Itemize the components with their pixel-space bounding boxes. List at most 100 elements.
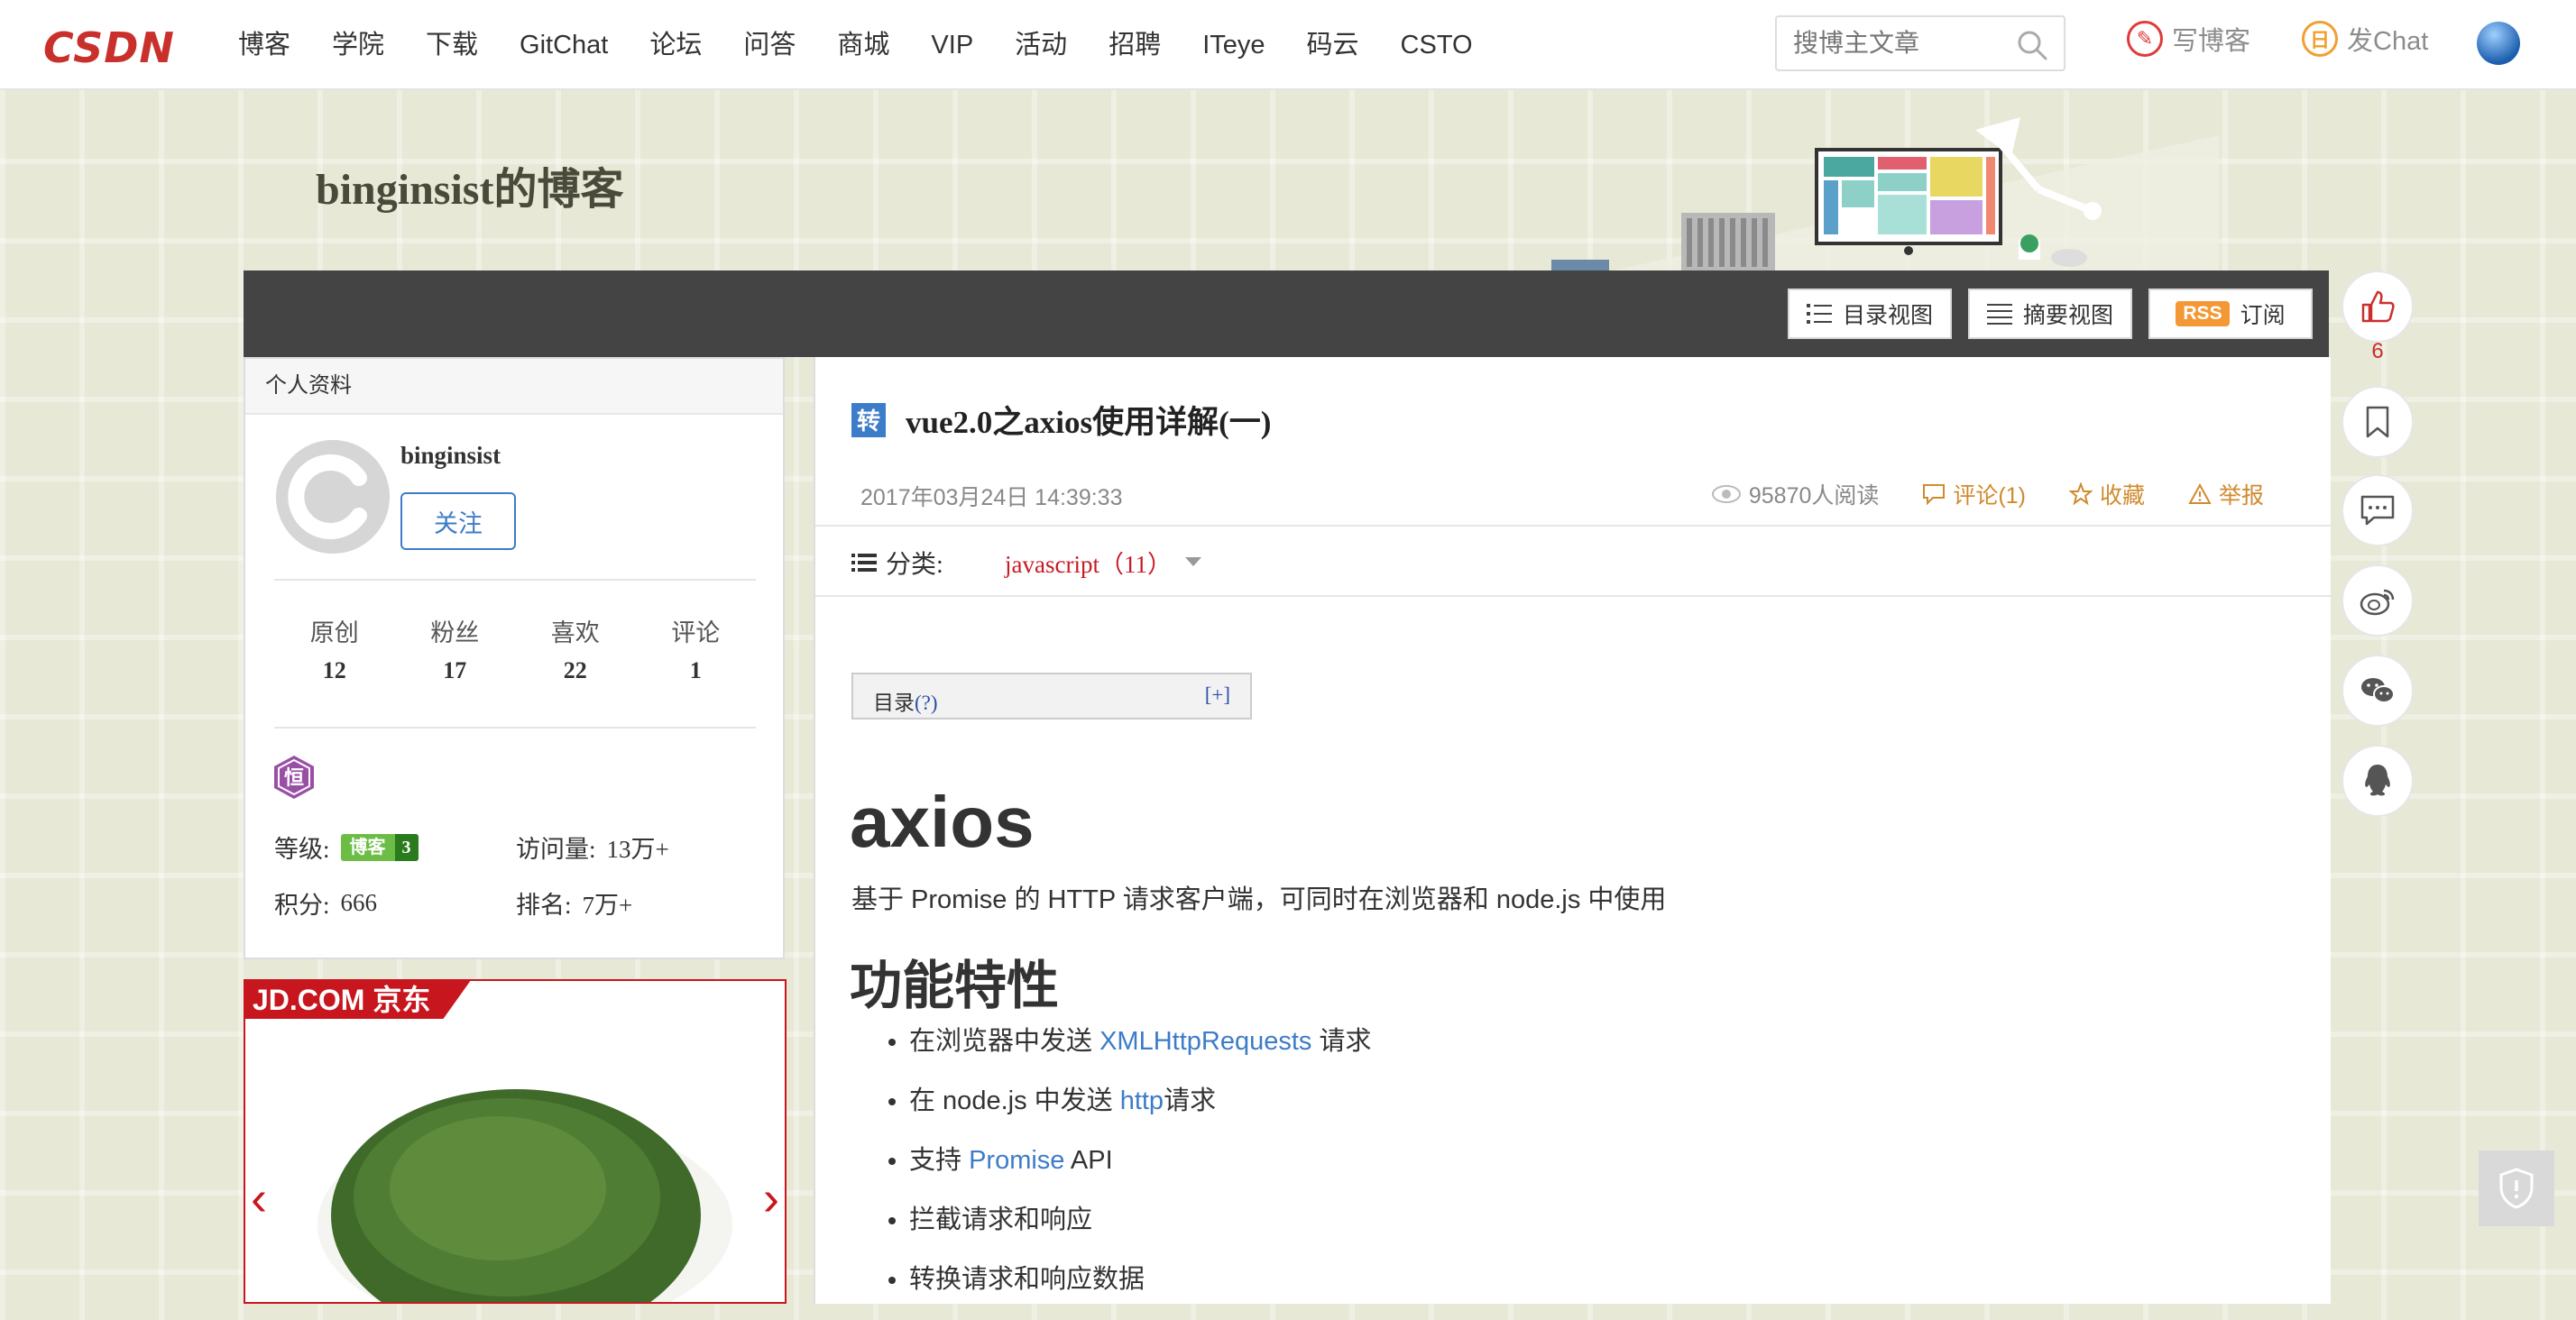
eye-icon <box>1711 485 1741 503</box>
qq-penguin-icon <box>2365 765 2390 796</box>
summary-view-button[interactable]: 摘要视图 <box>1968 289 2132 339</box>
user-avatar[interactable] <box>2477 22 2520 65</box>
article-date: 2017年03月24日 14:39:33 <box>860 485 1123 510</box>
ad-next-arrow-icon[interactable]: › <box>763 1170 779 1226</box>
read-count-label: 95870人阅读 <box>1748 483 1880 509</box>
author-name[interactable]: binginsist <box>400 442 501 470</box>
comment-icon <box>1923 484 1946 505</box>
like-count: 6 <box>2371 339 2384 363</box>
search-icon[interactable] <box>2015 28 2049 67</box>
points-value: 666 <box>340 889 378 916</box>
jd-ad[interactable]: JD.COM 京东 ‹ › <box>244 979 787 1304</box>
level-label: 等级: <box>274 836 330 863</box>
write-blog-label: 写博客 <box>2172 27 2251 56</box>
like-button[interactable] <box>2341 270 2414 343</box>
warning-icon <box>2188 483 2212 504</box>
bookmark-button[interactable] <box>2341 386 2414 458</box>
nav-link-download[interactable]: 下载 <box>426 27 478 63</box>
tea-leaves-image <box>317 1089 732 1302</box>
rss-icon: RSS <box>2176 301 2230 326</box>
thumbs-up-icon <box>2361 290 2395 323</box>
nav-link-events[interactable]: 活动 <box>1015 27 1067 63</box>
points-label: 积分: <box>274 892 330 919</box>
comment-link[interactable]: 评论(1) <box>1922 478 2026 510</box>
report-link[interactable]: 举报 <box>2188 478 2264 510</box>
feature-list: 在浏览器中发送 XMLHttpRequests 请求 在 node.js 中发送… <box>871 1022 1371 1320</box>
rank-row: 排名: 7万+ <box>516 885 632 921</box>
nav-link-csto[interactable]: CSTO <box>1401 27 1473 63</box>
feature-text: API <box>1064 1146 1113 1175</box>
nav-link-vip[interactable]: VIP <box>931 27 973 63</box>
category-link[interactable]: javascript（11） <box>1005 545 1172 580</box>
nav-links: 博客 学院 下载 GitChat 论坛 问答 商城 VIP 活动 招聘 ITey… <box>238 27 1514 63</box>
profile-card: 个人资料 binginsist 关注 原创 12 粉丝 17 喜欢 22 评论 1 恒 … <box>244 357 785 959</box>
stat-label: 喜欢 <box>550 619 600 646</box>
divider <box>274 579 756 581</box>
nav-link-blog[interactable]: 博客 <box>238 27 290 63</box>
write-blog-link[interactable]: ✎ 写博客 <box>2127 20 2250 58</box>
post-chat-link[interactable]: 日 发Chat <box>2302 20 2428 58</box>
profile-heading: 个人资料 <box>245 359 783 415</box>
search-input[interactable] <box>1777 17 2035 69</box>
toc-title: 目录(?) <box>873 685 938 716</box>
stat-label: 原创 <box>309 619 359 646</box>
nav-link-iteye[interactable]: ITeye <box>1202 27 1265 63</box>
bookmark-icon <box>2366 406 2389 438</box>
share-qq-button[interactable] <box>2341 745 2414 817</box>
feature-text: 在 node.js 中发送 <box>909 1086 1120 1115</box>
subscribe-button[interactable]: RSS 订阅 <box>2148 289 2313 339</box>
category-label-text: 分类: <box>886 551 943 579</box>
persistence-medal-icon[interactable]: 恒 <box>274 756 314 799</box>
read-count: 95870人阅读 <box>1711 478 1880 510</box>
list-item: 拦截请求和响应 <box>909 1201 1371 1260</box>
feature-text: 拦截请求和响应 <box>909 1205 1093 1234</box>
blog-title[interactable]: binginsist的博客 <box>316 153 623 216</box>
wechat-icon <box>2361 678 2395 703</box>
nav-link-gitee[interactable]: 码云 <box>1307 27 1359 63</box>
post-chat-label: 发Chat <box>2347 27 2429 56</box>
intro-paragraph: 基于 Promise 的 HTTP 请求客户端，可同时在浏览器和 node.js… <box>851 885 1667 914</box>
heading-axios: axios <box>850 782 1035 862</box>
shield-icon <box>2499 1168 2534 1209</box>
category-list-icon <box>851 554 877 572</box>
feature-link-promise[interactable]: Promise <box>969 1146 1064 1175</box>
nav-link-gitchat[interactable]: GitChat <box>520 27 608 63</box>
banner-illustration-icon <box>1551 117 2219 272</box>
top-nav: CSDN 博客 学院 下载 GitChat 论坛 问答 商城 VIP 活动 招聘… <box>0 0 2576 90</box>
article-title: vue2.0之axios使用详解(一) <box>906 405 1272 440</box>
blog-toolbar: 目录视图 摘要视图 RSS 订阅 <box>244 270 2329 357</box>
stat-comments: 评论 1 <box>671 613 720 684</box>
caret-down-icon[interactable] <box>1185 557 1201 566</box>
favorite-link[interactable]: 收藏 <box>2068 478 2145 510</box>
feature-link-xhr[interactable]: XMLHttpRequests <box>1099 1027 1311 1056</box>
feature-text: 转换请求和响应数据 <box>909 1265 1145 1294</box>
follow-button[interactable]: 关注 <box>400 492 516 550</box>
ad-prev-arrow-icon[interactable]: ‹ <box>251 1170 267 1226</box>
toc-expand-button[interactable]: [+] <box>1205 683 1230 707</box>
nav-link-jobs[interactable]: 招聘 <box>1109 27 1161 63</box>
level-badge[interactable]: 博客 3 <box>340 833 419 861</box>
weibo-icon <box>2360 589 2395 616</box>
toc-box: 目录(?) [+] <box>851 673 1252 720</box>
nav-link-mall[interactable]: 商城 <box>837 27 889 63</box>
feature-link-http[interactable]: http <box>1120 1086 1164 1115</box>
share-weibo-button[interactable] <box>2341 564 2414 637</box>
chat-bubble-icon <box>2360 495 2395 526</box>
heading-features: 功能特性 <box>850 955 1060 1016</box>
share-wechat-button[interactable] <box>2341 655 2414 727</box>
comment-float-button[interactable] <box>2341 474 2414 546</box>
catalog-view-button[interactable]: 目录视图 <box>1788 289 1952 339</box>
security-shield-button[interactable] <box>2479 1150 2554 1226</box>
toc-label: 目录 <box>873 692 915 714</box>
toc-help-link[interactable]: (?) <box>915 692 938 714</box>
author-avatar[interactable] <box>276 440 390 554</box>
logo-text: CSDN <box>43 23 175 72</box>
stat-value: 1 <box>689 657 702 683</box>
nav-link-forum[interactable]: 论坛 <box>649 27 702 63</box>
stat-fans: 粉丝 17 <box>430 613 479 684</box>
nav-link-academy[interactable]: 学院 <box>332 27 384 63</box>
stat-value: 12 <box>322 657 346 683</box>
csdn-logo[interactable]: CSDN <box>43 23 175 72</box>
feature-text: 在浏览器中发送 <box>909 1027 1100 1056</box>
nav-link-qa[interactable]: 问答 <box>743 27 796 63</box>
